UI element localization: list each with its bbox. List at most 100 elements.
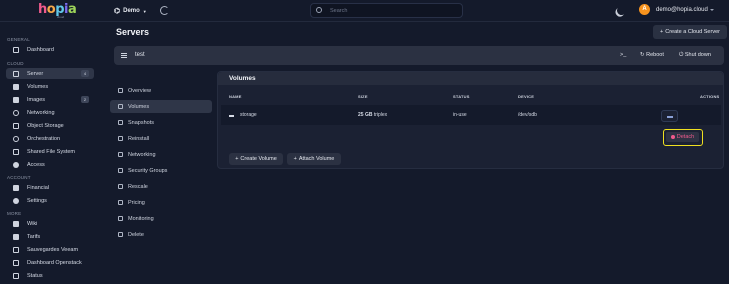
financial-icon xyxy=(13,184,19,191)
object-storage-icon xyxy=(13,122,19,129)
console-button[interactable]: >_ xyxy=(620,52,626,58)
settings-icon xyxy=(13,197,19,204)
networking-icon xyxy=(118,152,123,157)
pricing-icon xyxy=(118,200,123,205)
plus-icon: + xyxy=(235,156,239,162)
page-title: Servers xyxy=(116,27,150,37)
sidebar-item-status[interactable]: Status xyxy=(6,270,94,281)
col-header-name: NAME xyxy=(229,94,242,99)
shield-icon xyxy=(118,168,123,173)
shutdown-button[interactable]: ⏻ Shut down xyxy=(679,52,711,59)
volume-size: 25 GB triplex xyxy=(358,112,388,118)
user-email[interactable]: demo@hopia.cloud xyxy=(656,7,708,13)
search-placeholder: Search xyxy=(330,8,348,14)
tab-volumes[interactable]: Volumes xyxy=(110,100,212,113)
detach-button[interactable]: Detach xyxy=(666,132,699,142)
sidebar-item-networking[interactable]: Networking xyxy=(6,107,94,118)
overview-icon xyxy=(118,88,123,93)
menu-icon[interactable] xyxy=(121,53,127,58)
volumes-panel: Volumes NAME SIZE STATUS DEVICE ACTIONS … xyxy=(217,71,724,169)
pencil-icon xyxy=(667,116,673,118)
access-icon xyxy=(13,161,19,168)
col-header-device: DEVICE xyxy=(518,94,535,99)
server-header-bar: test >_ ↻ Reboot ⏻ Shut down xyxy=(114,46,724,65)
table-row xyxy=(221,105,721,125)
tarifs-icon xyxy=(13,233,19,240)
sidebar: GENERAL Dashboard CLOUD Server 4 Volumes … xyxy=(0,22,100,284)
plus-icon: + xyxy=(293,156,297,162)
refresh-icon[interactable] xyxy=(160,6,169,15)
tab-snapshots[interactable]: Snapshots xyxy=(110,116,212,129)
sidebar-item-orchestration[interactable]: Orchestration xyxy=(6,133,94,144)
volume-icon xyxy=(229,115,234,117)
sidebar-item-volumes[interactable]: Volumes xyxy=(6,81,94,92)
col-header-status: STATUS xyxy=(453,94,470,99)
detach-button-highlight: Detach xyxy=(663,129,703,146)
rescale-icon xyxy=(118,184,123,189)
tab-reinstall[interactable]: Reinstall xyxy=(110,132,212,145)
monitoring-icon xyxy=(118,216,123,221)
logo-subtitle: cloud xyxy=(57,15,65,19)
create-volume-button[interactable]: + Create Volume xyxy=(229,153,283,165)
volume-status: in-use xyxy=(453,112,467,118)
tab-security-groups[interactable]: Security Groups xyxy=(110,164,212,177)
project-selector[interactable]: ⌬ Demo ▼ xyxy=(114,7,147,15)
trash-icon xyxy=(118,232,123,237)
volume-device: /dev/sdb xyxy=(518,112,537,118)
server-name: test xyxy=(135,52,145,58)
volumes-panel-header: Volumes xyxy=(218,72,723,85)
theme-toggle-icon[interactable] xyxy=(616,5,628,17)
plus-icon: + xyxy=(660,29,664,35)
search-input[interactable]: Search xyxy=(310,3,463,18)
sidebar-item-access[interactable]: Access xyxy=(6,159,94,170)
tab-rescale[interactable]: Rescale xyxy=(110,180,212,193)
snapshots-icon xyxy=(118,120,123,125)
edit-volume-button[interactable] xyxy=(661,110,678,122)
chevron-down-icon[interactable] xyxy=(710,9,714,11)
project-icon: ⌬ xyxy=(114,8,121,15)
main-content: Servers + Create a Cloud Server test >_ … xyxy=(100,22,729,284)
search-icon xyxy=(316,7,322,13)
chevron-down-icon: ▼ xyxy=(142,8,147,14)
status-icon xyxy=(13,272,19,279)
sidebar-item-financial[interactable]: Financial xyxy=(6,182,94,193)
section-more: MORE xyxy=(7,211,22,216)
tab-overview[interactable]: Overview xyxy=(110,84,212,97)
dashboard-icon xyxy=(13,46,19,53)
tab-monitoring[interactable]: Monitoring xyxy=(110,212,212,225)
sidebar-item-server[interactable]: Server 4 xyxy=(6,68,94,79)
tab-pricing[interactable]: Pricing xyxy=(110,196,212,209)
shared-fs-icon xyxy=(13,148,19,155)
veeam-icon xyxy=(13,246,19,253)
avatar[interactable]: A xyxy=(639,4,650,15)
server-icon xyxy=(13,70,19,77)
server-count-badge: 4 xyxy=(81,70,89,77)
create-cloud-server-button[interactable]: + Create a Cloud Server xyxy=(653,25,727,39)
sidebar-item-tarifs[interactable]: Tarifs xyxy=(6,231,94,242)
section-general: GENERAL xyxy=(7,37,30,42)
sidebar-item-wiki[interactable]: Wiki xyxy=(6,218,94,229)
col-header-size: SIZE xyxy=(358,94,368,99)
attach-volume-button[interactable]: + Attach Volume xyxy=(287,153,341,165)
images-icon xyxy=(13,96,19,103)
volume-name: storage xyxy=(240,112,257,118)
volumes-icon xyxy=(13,83,19,90)
reboot-button[interactable]: ↻ Reboot xyxy=(640,52,664,58)
sidebar-item-shared-file-system[interactable]: Shared File System xyxy=(6,146,94,157)
sidebar-item-dashboard-openstack[interactable]: Dashboard Openstack xyxy=(6,257,94,268)
section-cloud: CLOUD xyxy=(7,61,24,66)
detach-icon xyxy=(670,135,675,139)
project-name: Demo xyxy=(123,8,140,14)
sidebar-item-dashboard[interactable]: Dashboard xyxy=(6,44,94,55)
sidebar-item-settings[interactable]: Settings xyxy=(6,195,94,206)
images-count-badge: 2 xyxy=(81,96,89,103)
networking-icon xyxy=(13,109,19,116)
sidebar-item-sauvegardes-veeam[interactable]: Sauvegardes Veeam xyxy=(6,244,94,255)
sidebar-item-images[interactable]: Images 2 xyxy=(6,94,94,105)
volumes-panel-title: Volumes xyxy=(229,75,256,82)
wiki-icon xyxy=(13,220,19,227)
tab-networking[interactable]: Networking xyxy=(110,148,212,161)
orchestration-icon xyxy=(13,135,19,142)
sidebar-item-object-storage[interactable]: Object Storage xyxy=(6,120,94,131)
tab-delete[interactable]: Delete xyxy=(110,228,212,241)
